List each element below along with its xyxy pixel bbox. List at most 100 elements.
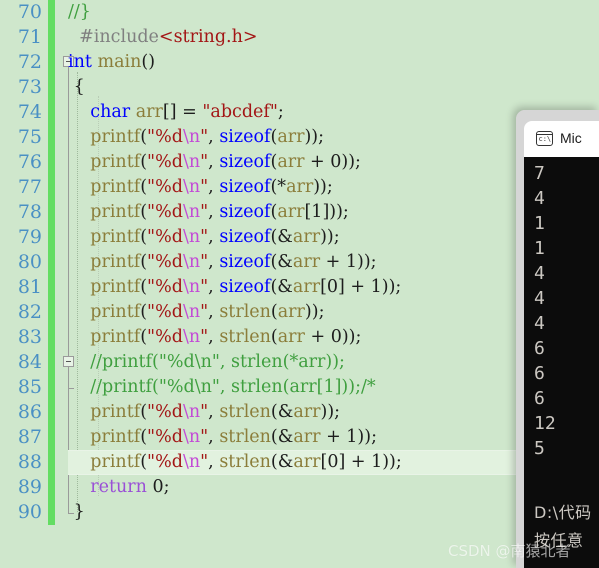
code-token: \n xyxy=(182,302,201,322)
console-output-line: 4 xyxy=(534,263,545,284)
line-number: 70 xyxy=(17,1,42,23)
change-bar xyxy=(48,125,55,150)
line-number: 87 xyxy=(17,426,42,448)
code-line[interactable]: 87 printf("%d\n", strlen(&arr + 1)); xyxy=(0,425,599,450)
code-token: 0; xyxy=(146,477,170,497)
change-bar xyxy=(48,75,55,100)
code-text: printf("%d\n", sizeof(&arr + 1)); xyxy=(68,250,376,275)
code-text: printf("%d\n", sizeof(arr)); xyxy=(68,125,324,150)
code-token: , xyxy=(208,427,220,447)
code-line[interactable]: 83 printf("%d\n", strlen(arr + 0)); xyxy=(0,325,599,350)
console-tab[interactable]: c:\ Mic xyxy=(536,130,582,146)
code-token: \n xyxy=(182,152,201,172)
cmd-icon-glyph: c:\ xyxy=(538,134,552,143)
code-token: " xyxy=(200,127,209,147)
change-bar xyxy=(48,150,55,175)
code-token: \n xyxy=(182,202,201,222)
code-line[interactable]: 89 return 0; xyxy=(0,475,599,500)
code-line[interactable]: 90 } xyxy=(0,500,599,525)
code-token: [] = xyxy=(162,102,203,122)
code-token: , xyxy=(208,277,220,297)
code-line[interactable]: 81 printf("%d\n", sizeof(&arr[0] + 1)); xyxy=(0,275,599,300)
code-token: [0] + 1)); xyxy=(320,452,402,472)
code-line[interactable]: 86 printf("%d\n", strlen(&arr)); xyxy=(0,400,599,425)
code-line[interactable]: 72 int main() xyxy=(0,50,599,75)
console-output-line: 4 xyxy=(534,188,545,209)
csdn-watermark: CSDN @南猿北者 xyxy=(448,542,571,560)
code-token: strlen xyxy=(219,452,271,472)
code-token: ( xyxy=(270,302,278,322)
code-line[interactable]: 85 //printf("%d\n", strlen(arr[1]));/* xyxy=(0,375,599,400)
code-line[interactable]: 84 //printf("%d\n", strlen(*arr)); xyxy=(0,350,599,375)
console-output-line: 5 xyxy=(534,438,545,459)
code-token: " xyxy=(200,452,209,472)
line-number: 76 xyxy=(17,151,42,173)
code-editor-pane[interactable]: 70//} 71 #include<string.h> 72 int main() 73… xyxy=(0,0,599,568)
code-token: arr xyxy=(292,277,321,297)
code-token: , xyxy=(208,452,220,472)
code-token: \n xyxy=(182,402,201,422)
line-number: 74 xyxy=(17,101,42,123)
code-line[interactable]: 70 //} xyxy=(0,0,599,25)
code-line[interactable]: 82 printf("%d\n", strlen(arr)); xyxy=(0,300,599,325)
code-token: "%d xyxy=(147,427,183,447)
code-token: )); xyxy=(313,177,333,197)
code-token: () xyxy=(141,52,156,72)
line-number: 84 xyxy=(17,351,42,373)
code-line[interactable]: 71 #include<string.h> xyxy=(0,25,599,50)
code-token: \n xyxy=(182,227,201,247)
code-token: \n xyxy=(182,127,201,147)
code-token: (& xyxy=(270,227,293,247)
line-number: 77 xyxy=(17,176,42,198)
code-token: "%d xyxy=(147,277,183,297)
code-token: arr xyxy=(277,302,305,322)
code-token: sizeof xyxy=(219,202,271,222)
code-line[interactable]: 88 printf("%d\n", strlen(&arr[0] + 1)); xyxy=(0,450,599,475)
code-line[interactable]: 78 printf("%d\n", sizeof(arr[1])); xyxy=(0,200,599,225)
code-line[interactable]: 80 printf("%d\n", sizeof(&arr + 1)); xyxy=(0,250,599,275)
code-token: \n xyxy=(182,327,201,347)
code-token: sizeof xyxy=(219,127,271,147)
code-token: arr xyxy=(286,177,314,197)
code-token: "%d xyxy=(147,402,183,422)
code-line[interactable]: 75 printf("%d\n", sizeof(arr)); xyxy=(0,125,599,150)
code-token: printf xyxy=(90,202,141,222)
console-title-bar[interactable] xyxy=(516,110,599,121)
line-number: 86 xyxy=(17,401,42,423)
line-number: 72 xyxy=(17,51,42,73)
console-path-line: D:\代码 xyxy=(534,503,592,522)
code-token: \n xyxy=(182,177,201,197)
code-token: )); xyxy=(320,227,340,247)
console-window[interactable]: c:\ Mic 7 4 1 1 4 4 4 6 6 6 12 5 D:\代码 按任意 xyxy=(516,110,599,568)
change-bar xyxy=(48,400,55,425)
console-tab-title: Mic xyxy=(560,130,582,146)
code-token: { xyxy=(68,77,85,97)
code-token: sizeof xyxy=(219,227,271,247)
code-token: printf xyxy=(90,277,141,297)
code-token: ( xyxy=(270,327,278,347)
code-text: printf("%d\n", strlen(&arr + 1)); xyxy=(68,425,377,450)
code-line[interactable]: 79 printf("%d\n", sizeof(&arr)); xyxy=(0,225,599,250)
line-number: 78 xyxy=(17,201,42,223)
code-line[interactable]: 76 printf("%d\n", sizeof(arr + 0)); xyxy=(0,150,599,175)
code-line[interactable]: 73 { xyxy=(0,75,599,100)
change-bar xyxy=(48,200,55,225)
code-text: //printf("%d\n", strlen(arr[1]));/* xyxy=(68,375,375,400)
console-output-line: 4 xyxy=(534,288,545,309)
code-token: } xyxy=(68,502,85,522)
code-text: //printf("%d\n", strlen(*arr)); xyxy=(68,350,345,375)
code-line[interactable]: 77 printf("%d\n", sizeof(*arr)); xyxy=(0,175,599,200)
code-token: (& xyxy=(270,427,294,447)
code-line[interactable]: 74 char arr[] = "abcdef"; xyxy=(0,100,599,125)
console-output-area[interactable]: 7 4 1 1 4 4 4 6 6 6 12 5 D:\代码 按任意 xyxy=(524,157,599,568)
code-token: , xyxy=(208,127,220,147)
code-text: } xyxy=(68,500,85,525)
code-token: (& xyxy=(270,402,294,422)
console-output-line: 1 xyxy=(534,213,545,234)
code-token: "abcdef" xyxy=(202,102,278,122)
code-token: , xyxy=(208,402,220,422)
code-text: printf("%d\n", strlen(arr + 0)); xyxy=(68,325,361,350)
